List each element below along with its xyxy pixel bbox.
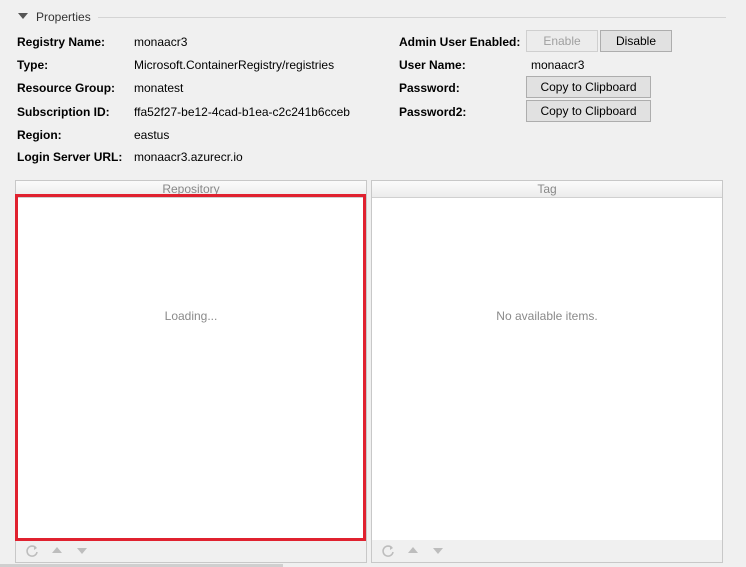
repository-toolbar: [16, 540, 366, 562]
refresh-icon[interactable]: [380, 544, 396, 558]
enable-button[interactable]: Enable: [526, 30, 598, 52]
tag-empty-message: No available items.: [496, 309, 598, 323]
resource-group-label: Resource Group:: [17, 81, 116, 95]
arrow-up-icon[interactable]: [49, 544, 65, 558]
user-name-value: monaacr3: [531, 58, 585, 72]
arrow-down-icon[interactable]: [74, 544, 90, 558]
arrow-up-icon[interactable]: [405, 544, 421, 558]
subscription-id-value: ffa52f27-be12-4cad-b1ea-c2c241b6cceb: [134, 105, 350, 119]
section-title: Properties: [36, 10, 91, 24]
region-label: Region:: [17, 128, 62, 142]
login-server-value: monaacr3.azurecr.io: [134, 150, 243, 164]
collapse-triangle-icon[interactable]: [18, 13, 28, 19]
repository-loading-message: Loading...: [164, 309, 218, 323]
login-server-label: Login Server URL:: [17, 150, 123, 164]
user-name-label: User Name:: [399, 58, 466, 72]
arrow-down-icon[interactable]: [430, 544, 446, 558]
password-label: Password:: [399, 81, 460, 95]
registry-name-label: Registry Name:: [17, 35, 106, 49]
password2-label: Password2:: [399, 105, 467, 119]
admin-user-enabled-label: Admin User Enabled:: [399, 35, 521, 49]
tag-panel[interactable]: Tag No available items.: [371, 180, 723, 563]
section-divider: [98, 17, 726, 18]
copy-password-button[interactable]: Copy to Clipboard: [526, 76, 651, 98]
disable-button[interactable]: Disable: [600, 30, 672, 52]
region-value: eastus: [134, 128, 170, 142]
repository-column-header[interactable]: Repository: [16, 181, 366, 198]
tag-column-header[interactable]: Tag: [372, 181, 722, 198]
repository-panel[interactable]: Repository Loading...: [15, 180, 367, 563]
type-label: Type:: [17, 58, 49, 72]
copy-password2-button[interactable]: Copy to Clipboard: [526, 100, 651, 122]
properties-section-header[interactable]: Properties: [18, 10, 726, 26]
registry-name-value: monaacr3: [134, 35, 188, 49]
refresh-icon[interactable]: [24, 544, 40, 558]
resource-group-value: monatest: [134, 81, 184, 95]
subscription-id-label: Subscription ID:: [17, 105, 110, 119]
tag-toolbar: [372, 540, 722, 562]
type-value: Microsoft.ContainerRegistry/registries: [134, 58, 335, 72]
